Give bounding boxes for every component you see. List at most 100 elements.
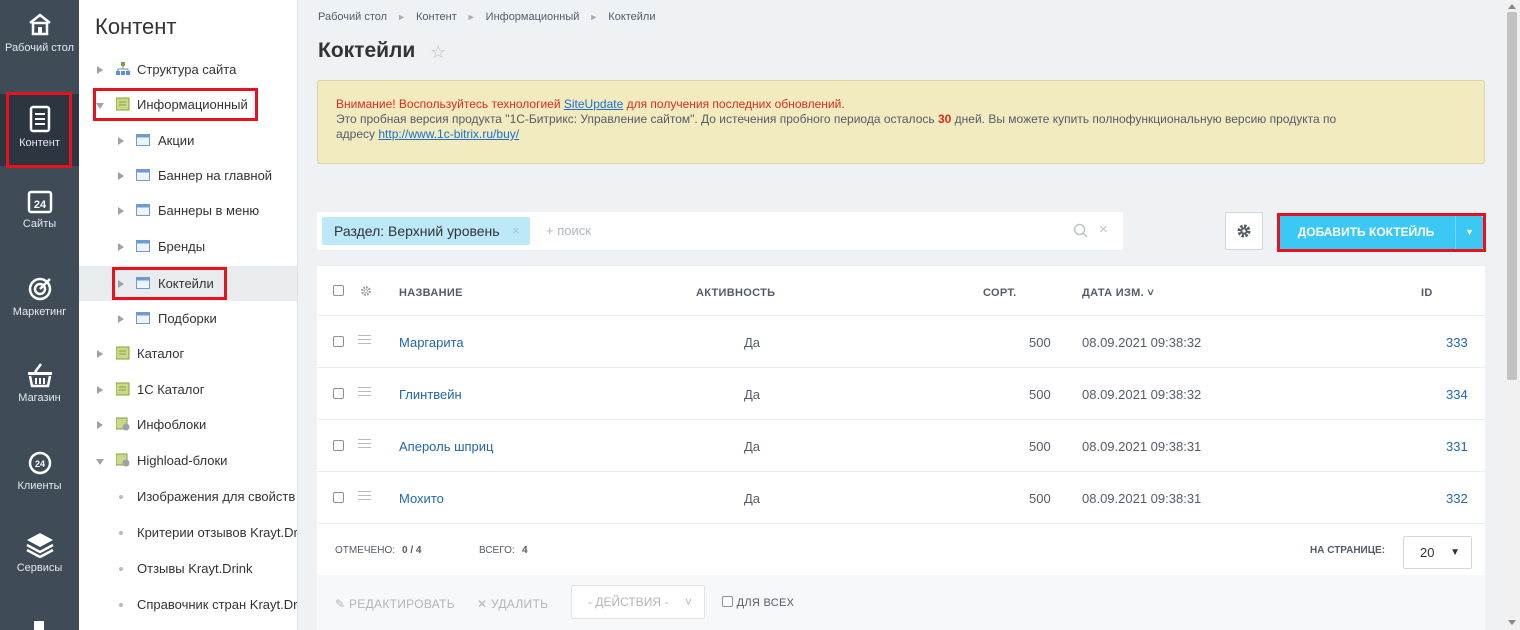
row-checkbox[interactable] [333, 440, 344, 451]
row-checkbox[interactable] [333, 336, 344, 347]
breadcrumb-desktop[interactable]: Рабочий стол [318, 11, 387, 23]
calendar-24-icon: 24 [27, 190, 52, 214]
for-all-checkbox[interactable] [722, 596, 733, 608]
breadcrumb-content[interactable]: Контент [416, 11, 457, 23]
table-row[interactable]: Маргарита Да 500 08.09.2021 09:38:32 333 [317, 316, 1485, 368]
row-id[interactable]: 333 [1446, 335, 1468, 350]
col-sort[interactable]: СОРТ. [983, 287, 1016, 299]
expand-icon[interactable] [97, 350, 103, 358]
expand-icon[interactable] [97, 421, 103, 429]
tree-item-site-structure[interactable]: Структура сайта [79, 52, 297, 87]
page-scrollbar[interactable] [1504, 0, 1520, 630]
edit-button[interactable]: ✎ РЕДАКТИРОВАТЬ [335, 597, 455, 611]
group-actions-panel: ✎ РЕДАКТИРОВАТЬ ✕ УДАЛИТЬ - ДЕЙСТВИЯ - ˅… [317, 575, 1485, 630]
search-icon[interactable] [1073, 223, 1089, 239]
delete-button[interactable]: ✕ УДАЛИТЬ [477, 597, 548, 611]
tree-item-main-banner[interactable]: Баннер на главной [79, 158, 297, 193]
siteupdate-link[interactable]: SiteUpdate [564, 97, 623, 111]
gear-icon [1237, 224, 1251, 238]
menu-desktop[interactable]: Рабочий стол [0, 12, 79, 54]
breadcrumb-sep-icon: ► [397, 12, 406, 22]
table-row[interactable]: Мохито Да 500 08.09.2021 09:38:31 332 [317, 472, 1485, 524]
col-name[interactable]: НАЗВАНИЕ [399, 287, 463, 299]
for-all-toggle[interactable]: ДЛЯ ВСЕХ [722, 595, 794, 609]
expand-icon[interactable] [118, 137, 124, 145]
expand-icon[interactable] [118, 315, 124, 323]
favorite-star-icon[interactable]: ☆ [430, 42, 446, 63]
row-name-link[interactable]: Маргарита [399, 335, 464, 350]
per-page-select[interactable]: 20 ▼ [1403, 536, 1472, 569]
chip-close-icon[interactable]: × [512, 217, 520, 245]
table-row[interactable]: Глинтвейн Да 500 08.09.2021 09:38:32 334 [317, 368, 1485, 420]
tree-item-highload[interactable]: Highload-блоки [79, 443, 297, 478]
scroll-thumb[interactable] [1507, 12, 1517, 380]
highlight-tree-informational [93, 88, 258, 121]
expand-icon[interactable] [97, 386, 103, 394]
col-date[interactable]: ДАТА ИЗМ. ˅ [1082, 287, 1154, 299]
row-name-link[interactable]: Глинтвейн [399, 387, 462, 402]
row-checkbox[interactable] [333, 388, 344, 399]
collapse-icon[interactable] [96, 459, 104, 465]
tree-item-collections[interactable]: Подборки [79, 301, 297, 336]
tree-item-infoblocks[interactable]: Инфоблоки [79, 407, 297, 442]
search-input[interactable]: + поиск [546, 223, 591, 238]
drag-handle-icon[interactable] [358, 387, 371, 399]
tree-item-catalog[interactable]: Каталог [79, 336, 297, 371]
row-date: 08.09.2021 09:38:32 [1082, 387, 1202, 402]
column-settings-gear-icon[interactable] [360, 285, 372, 297]
drag-handle-icon[interactable] [358, 491, 371, 503]
per-page-value: 20 [1420, 545, 1435, 560]
expand-icon[interactable] [97, 66, 103, 74]
scroll-down-icon[interactable] [1508, 620, 1516, 625]
tree-item-reviews[interactable]: Отзывы Krayt.Drink [79, 551, 297, 586]
table-row[interactable]: Апероль шприц Да 500 08.09.2021 09:38:31… [317, 420, 1485, 472]
tree-item-label: Баннеры в меню [158, 203, 260, 218]
row-id[interactable]: 332 [1446, 491, 1468, 506]
tree-item-1c-catalog[interactable]: 1С Каталог [79, 372, 297, 407]
expand-icon[interactable] [118, 172, 124, 180]
tree-item-brands[interactable]: Бренды [79, 229, 297, 264]
breadcrumb-cocktails[interactable]: Коктейли [608, 11, 655, 23]
settings-button[interactable] [1225, 212, 1263, 250]
highlight-tree-cocktails [112, 267, 227, 300]
tree-item-label: Справочник стран Krayt.Dr [137, 597, 298, 612]
menu-sites[interactable]: 24 Сайты [0, 188, 79, 230]
expand-icon[interactable] [118, 243, 124, 251]
tree-item-label: Структура сайта [137, 62, 237, 77]
basket-icon [27, 363, 52, 388]
row-name-link[interactable]: Мохито [399, 491, 444, 506]
menu-clients[interactable]: 24 Клиенты [0, 450, 79, 492]
tree-item-review-criteria[interactable]: Критерии отзывов Krayt.Dr [79, 515, 297, 550]
menu-marketing[interactable]: Маркетинг [0, 276, 79, 318]
tree-item-label: Бренды [158, 239, 206, 254]
iblock-folder-icon [116, 346, 130, 360]
buy-link[interactable]: http://www.1c-bitrix.ru/buy/ [378, 127, 519, 141]
row-id[interactable]: 334 [1446, 387, 1468, 402]
row-id[interactable]: 331 [1446, 439, 1468, 454]
tree-item-menu-banners[interactable]: Баннеры в меню [79, 193, 297, 228]
list-icon [136, 312, 150, 324]
scroll-up-icon[interactable] [1508, 4, 1516, 9]
menu-more-icon[interactable] [34, 621, 44, 630]
filter-chip-section[interactable]: Раздел: Верхний уровень × [322, 217, 530, 245]
select-all-checkbox[interactable] [333, 285, 344, 296]
row-name-link[interactable]: Апероль шприц [399, 439, 494, 454]
clear-filter-icon[interactable]: × [1099, 221, 1108, 238]
actions-select[interactable]: - ДЕЙСТВИЯ - ˅ [571, 585, 705, 619]
drag-handle-icon[interactable] [358, 335, 371, 347]
drag-handle-icon[interactable] [358, 439, 371, 451]
chevron-down-icon: ˅ [684, 595, 692, 609]
filter-search-bar[interactable]: Раздел: Верхний уровень × + поиск × [317, 212, 1123, 250]
tree-item-actions[interactable]: Акции [79, 123, 297, 158]
tree-item-countries[interactable]: Справочник стран Krayt.Dr [79, 587, 298, 622]
expand-icon[interactable] [118, 207, 124, 215]
col-id[interactable]: ID [1421, 287, 1433, 299]
menu-shop[interactable]: Магазин [0, 362, 79, 404]
for-all-label: ДЛЯ ВСЕХ [736, 597, 795, 609]
col-active[interactable]: АКТИВНОСТЬ [696, 287, 775, 299]
breadcrumb-informational[interactable]: Информационный [486, 11, 580, 23]
tree-item-prop-images[interactable]: Изображения для свойств [79, 479, 297, 514]
filter-chip-label: Раздел: Верхний уровень [334, 223, 500, 239]
row-checkbox[interactable] [333, 492, 344, 503]
menu-services[interactable]: Сервисы [0, 530, 79, 574]
